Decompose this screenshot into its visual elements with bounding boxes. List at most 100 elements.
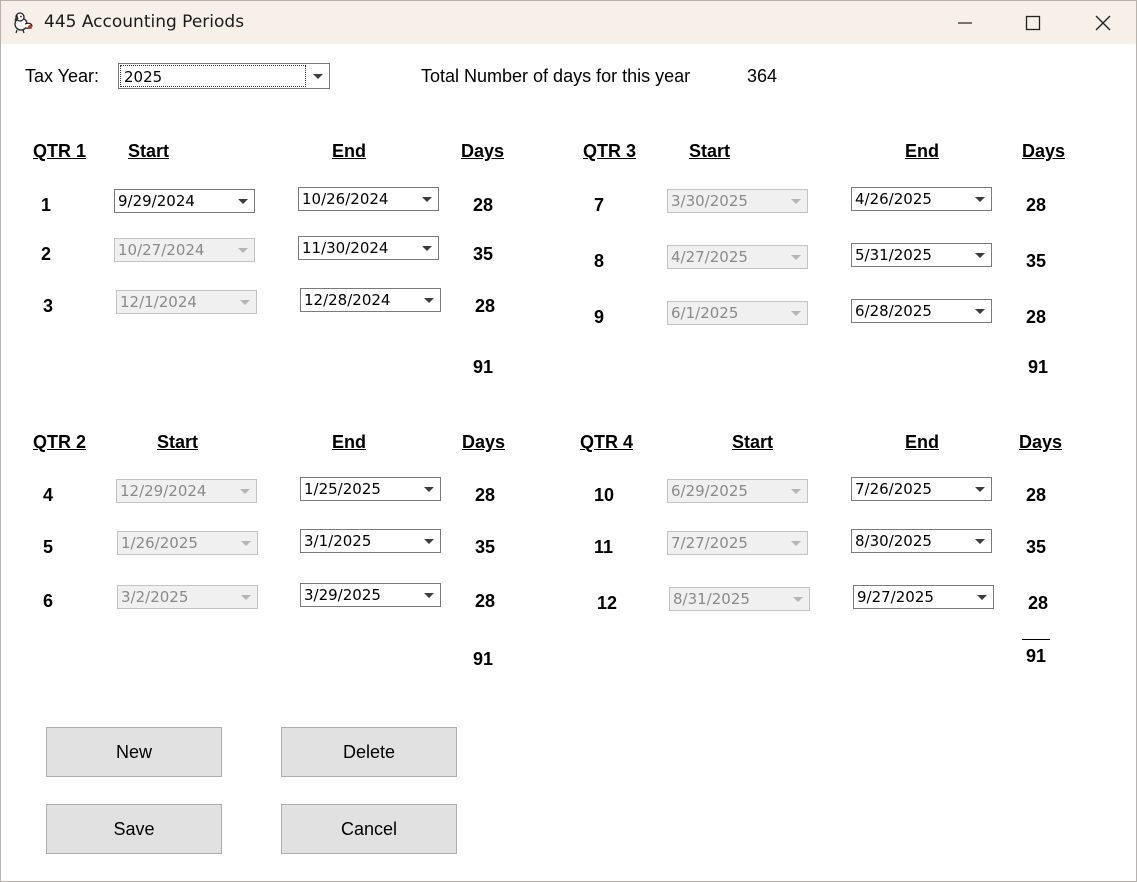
chevron-down-icon [241,541,251,546]
chevron-down-icon [793,597,803,602]
period-number: 7 [594,195,605,215]
chevron-down-icon [422,197,432,202]
period-number: 8 [594,251,605,271]
period-start-value: 4/27/2025 [671,248,748,266]
period-end-value: 3/29/2025 [304,586,381,604]
period-start-value: 6/29/2025 [671,482,748,500]
chevron-down-icon [791,541,801,546]
period-11-start-select: 7/27/2025 [667,531,808,555]
cancel-button[interactable]: Cancel [281,804,457,854]
tax-year-focus-box: 2025 [120,65,306,87]
period-9-end-select[interactable]: 6/28/2025 [851,299,992,323]
period-end-value: 5/31/2025 [855,246,932,264]
close-button[interactable] [1069,1,1136,44]
period-start-value: 9/29/2024 [118,192,195,210]
chevron-down-icon [977,595,987,600]
period-12-end-select[interactable]: 9/27/2025 [853,585,994,609]
period-start-value: 3/30/2025 [671,192,748,210]
period-number: 5 [43,537,54,557]
period-end-value: 10/26/2024 [302,190,389,208]
period-number: 1 [41,195,52,215]
period-days: 35 [475,537,496,557]
qtr1-days-header: Days [461,141,505,161]
period-6-start-select: 3/2/2025 [117,585,258,609]
period-days: 28 [475,485,496,505]
period-days: 28 [1028,593,1049,613]
title-bar[interactable]: 445 Accounting Periods [1,1,1136,44]
period-number: 12 [597,593,618,613]
minimize-button[interactable] [931,1,999,44]
qtr1-label: QTR 1 [33,141,87,161]
period-number: 10 [594,485,615,505]
chevron-down-icon [240,300,250,305]
qtr2-end-header: End [332,432,366,452]
tax-year-select[interactable]: 2025 [118,63,330,89]
period-4-end-select[interactable]: 1/25/2025 [300,477,441,501]
window-title: 445 Accounting Periods [44,12,245,32]
period-end-value: 4/26/2025 [855,190,932,208]
period-days: 28 [1026,485,1047,505]
period-8-start-select: 4/27/2025 [667,245,808,269]
period-12-start-select: 8/31/2025 [669,587,810,611]
chevron-down-icon [791,199,801,204]
qtr3-label: QTR 3 [583,141,637,161]
save-button[interactable]: Save [46,804,222,854]
period-days: 28 [1026,307,1047,327]
period-days: 28 [475,591,496,611]
period-days: 28 [475,296,496,316]
period-end-value: 8/30/2025 [855,532,932,550]
period-10-end-select[interactable]: 7/26/2025 [851,477,992,501]
period-9-start-select: 6/1/2025 [667,301,808,325]
period-start-value: 12/29/2024 [120,482,207,500]
period-number: 9 [594,307,605,327]
period-start-value: 1/26/2025 [121,534,198,552]
period-days: 35 [1026,251,1047,271]
period-start-value: 10/27/2024 [118,241,205,259]
new-button[interactable]: New [46,727,222,777]
qtr1-end-header: End [332,141,366,161]
chevron-down-icon [424,539,434,544]
period-8-end-select[interactable]: 5/31/2025 [851,243,992,267]
period-start-value: 6/1/2025 [671,304,739,322]
period-end-value: 9/27/2025 [857,588,934,606]
accounting-periods-window: 445 Accounting Periods Tax Year: 2025 To… [0,0,1137,882]
period-number: 2 [41,244,52,264]
period-2-end-select[interactable]: 11/30/2024 [298,236,439,260]
delete-button[interactable]: Delete [281,727,457,777]
qtr3-total-days: 91 [1028,357,1049,377]
period-5-end-select[interactable]: 3/1/2025 [300,529,441,553]
total-days-value: 364 [747,66,778,86]
period-number: 11 [594,537,614,557]
chevron-down-icon [241,595,251,600]
chevron-down-icon [422,246,432,251]
period-6-end-select[interactable]: 3/29/2025 [300,583,441,607]
qtr4-end-header: End [905,432,939,452]
period-number: 4 [43,485,54,505]
tax-year-value: 2025 [124,68,163,86]
chevron-down-icon [424,487,434,492]
chevron-down-icon [240,489,250,494]
period-start-value: 7/27/2025 [671,534,748,552]
qtr2-label: QTR 2 [33,432,87,452]
qtr2-total-days: 91 [473,649,494,669]
qtr3-days-header: Days [1022,141,1066,161]
period-11-end-select[interactable]: 8/30/2025 [851,529,992,553]
period-1-start-select[interactable]: 9/29/2024 [114,189,255,213]
period-end-value: 12/28/2024 [304,291,391,309]
qtr4-days-header: Days [1019,432,1063,452]
period-1-end-select[interactable]: 10/26/2024 [298,187,439,211]
period-7-start-select: 3/30/2025 [667,189,808,213]
qtr4-label: QTR 4 [580,432,634,452]
chevron-down-icon [238,248,248,253]
qtr2-days-header: Days [462,432,506,452]
period-days: 35 [1026,537,1047,557]
period-3-end-select[interactable]: 12/28/2024 [300,288,441,312]
maximize-button[interactable] [999,1,1067,44]
dog-app-icon [14,12,33,34]
period-7-end-select[interactable]: 4/26/2025 [851,187,992,211]
minimize-icon [958,21,972,24]
chevron-down-icon [424,593,434,598]
close-icon [1095,15,1111,30]
chevron-down-icon [238,199,248,204]
chevron-down-icon [424,298,434,303]
